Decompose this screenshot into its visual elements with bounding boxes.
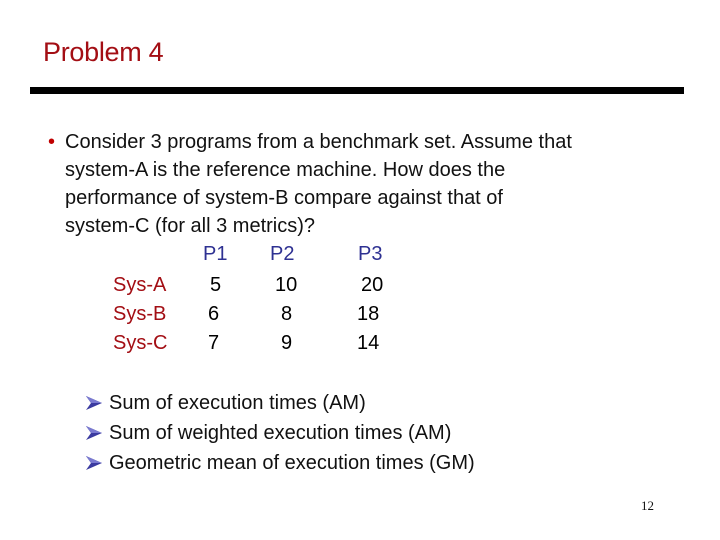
question-block: • Consider 3 programs from a benchmark s… — [48, 128, 668, 240]
question-line: • Consider 3 programs from a benchmark s… — [48, 128, 668, 156]
row-label: Sys-B — [113, 303, 167, 325]
slide-title: Problem 4 — [43, 37, 164, 67]
row-label: Sys-A — [113, 274, 167, 296]
table-cell: 7 — [208, 332, 220, 354]
question-line: system-C (for all 3 metrics)? — [65, 215, 316, 237]
arrowhead-bullet-icon — [86, 456, 102, 470]
column-header: P2 — [270, 243, 295, 265]
metric-item: Sum of execution times (AM) — [86, 388, 475, 418]
row-label: Sys-C — [113, 332, 168, 354]
table-cell: 8 — [281, 303, 293, 325]
title-divider — [30, 87, 684, 94]
table-cell: 18 — [357, 303, 380, 325]
bullet-dot-icon: • — [48, 131, 56, 153]
table-cell: 5 — [210, 274, 222, 296]
table-cell: 6 — [208, 303, 220, 325]
page-number: 12 — [641, 498, 654, 513]
column-header: P3 — [358, 243, 383, 265]
column-header: P1 — [203, 243, 228, 265]
arrowhead-bullet-icon — [86, 396, 102, 410]
metrics-list: Sum of execution times (AM) Sum of weigh… — [86, 388, 475, 478]
question-line: system-A is the reference machine. How d… — [65, 159, 506, 181]
table-cell: 9 — [281, 332, 293, 354]
table-cell: 20 — [361, 274, 384, 296]
table-cell: 10 — [275, 274, 298, 296]
arrowhead-bullet-icon — [86, 426, 102, 440]
question-line: performance of system-B compare against … — [65, 187, 503, 209]
metric-item: Geometric mean of execution times (GM) — [86, 448, 475, 478]
metric-item: Sum of weighted execution times (AM) — [86, 418, 475, 448]
table-cell: 14 — [357, 332, 380, 354]
